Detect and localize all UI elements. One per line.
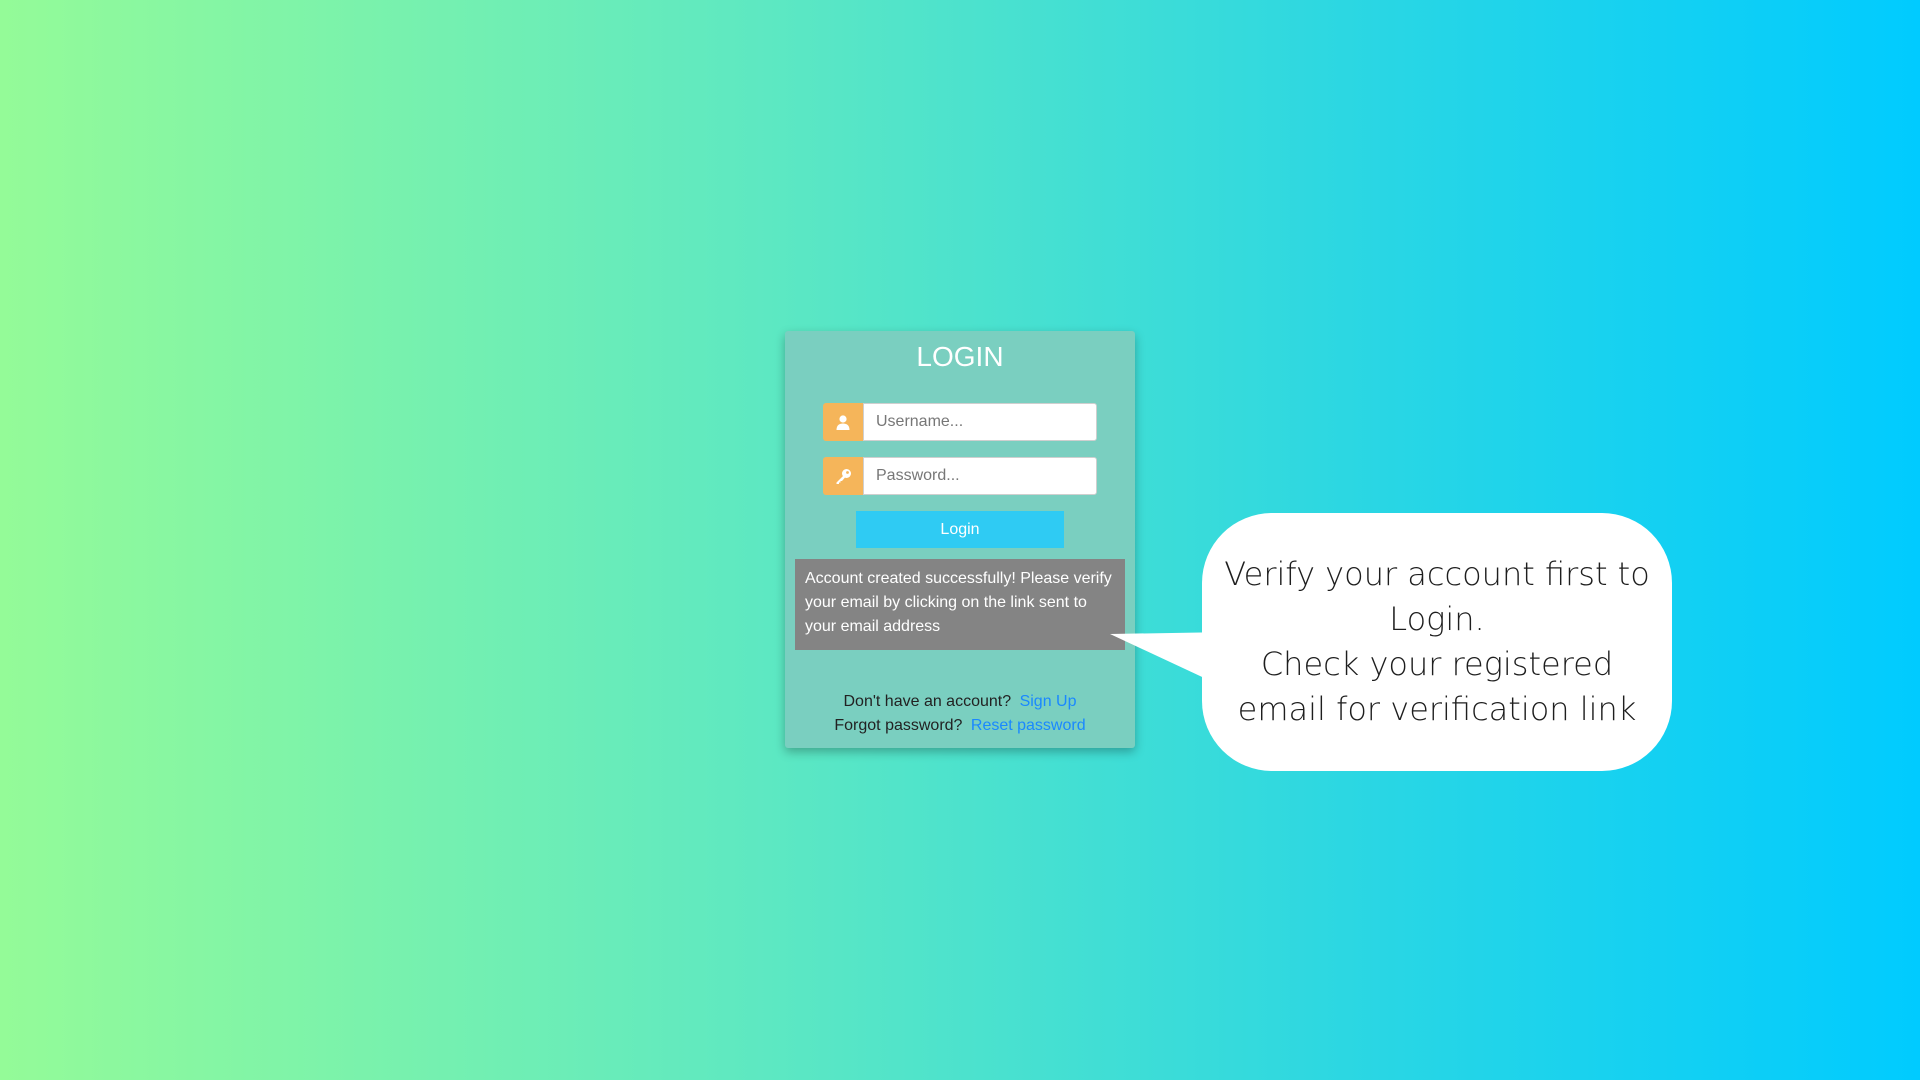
callout-line: Login. [1389, 600, 1485, 638]
username-field [823, 403, 1097, 441]
callout-line: Check your registered [1260, 645, 1614, 683]
login-card: LOGIN Login Account created successfully… [785, 331, 1135, 748]
callout-line: email for verification link [1237, 690, 1637, 728]
signup-prompt-text: Don't have an account? [843, 693, 1012, 710]
speech-bubble: Verify your account first to Login. Chec… [1202, 513, 1672, 771]
password-input[interactable] [863, 457, 1097, 495]
signup-link[interactable]: Sign Up [1020, 693, 1077, 710]
password-field [823, 457, 1097, 495]
callout-text: Verify your account first to Login. Chec… [1222, 552, 1652, 732]
signup-prompt-line: Don't have an account? Sign Up [785, 690, 1135, 714]
reset-password-link[interactable]: Reset password [971, 717, 1086, 734]
login-title: LOGIN [916, 341, 1004, 372]
account-created-alert: Account created successfully! Please ver… [795, 559, 1125, 650]
username-input[interactable] [863, 403, 1097, 441]
reset-prompt-line: Forgot password? Reset password [785, 714, 1135, 738]
user-icon [823, 403, 863, 441]
callout-line: Verify your account first to [1224, 555, 1650, 593]
reset-prompt-text: Forgot password? [834, 717, 963, 734]
login-button[interactable]: Login [856, 511, 1064, 548]
key-icon [823, 457, 863, 495]
